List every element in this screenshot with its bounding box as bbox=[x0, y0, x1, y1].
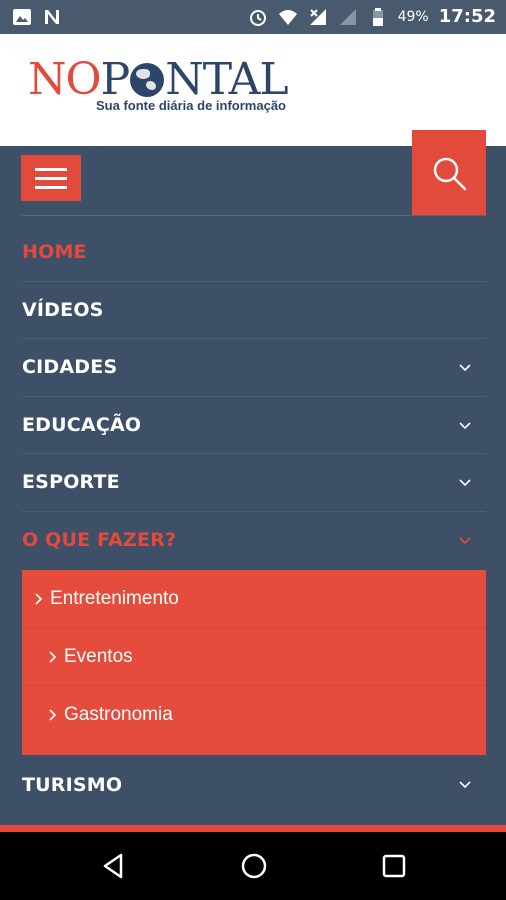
signal-off-icon bbox=[309, 8, 326, 25]
home-icon[interactable] bbox=[239, 851, 269, 881]
site-logo[interactable]: NOP NTAL Sua fonte diária de informação bbox=[28, 58, 289, 114]
nav-label: CIDADES bbox=[22, 356, 118, 379]
logo-tagline: Sua fonte diária de informação bbox=[96, 98, 286, 113]
chevron-right-icon bbox=[49, 650, 57, 663]
status-bar: 49% 17:52 bbox=[0, 0, 506, 34]
nav-label: ESPORTE bbox=[22, 471, 120, 494]
nav-item-o-que-fazer[interactable]: O QUE FAZER? bbox=[22, 512, 486, 570]
chevron-down-icon[interactable] bbox=[458, 476, 472, 490]
alarm-icon bbox=[249, 9, 266, 26]
nav-label: VÍDEOS bbox=[22, 298, 104, 321]
nav-item-cidades[interactable]: CIDADES bbox=[22, 339, 486, 397]
battery-level: 49% bbox=[397, 8, 429, 25]
nav-item-esporte[interactable]: ESPORTE bbox=[22, 454, 486, 512]
menu-icon bbox=[35, 168, 67, 171]
nav-label: TURISMO bbox=[22, 774, 123, 796]
chevron-down-icon[interactable] bbox=[458, 419, 472, 433]
nav-label: EDUCAÇÃO bbox=[22, 413, 142, 436]
search-button[interactable] bbox=[412, 130, 486, 216]
signal-icon bbox=[339, 8, 356, 25]
back-icon[interactable] bbox=[99, 851, 129, 881]
submenu-item-entretenimento[interactable]: Entretenimento bbox=[22, 570, 486, 628]
n-app-icon bbox=[45, 10, 59, 24]
submenu-label: Entretenimento bbox=[50, 587, 179, 609]
recents-icon[interactable] bbox=[379, 851, 409, 881]
nav-label: O QUE FAZER? bbox=[22, 529, 177, 552]
divider bbox=[22, 215, 486, 216]
chevron-down-icon[interactable] bbox=[458, 778, 472, 792]
submenu-o-que-fazer: Entretenimento Eventos Gastronomia bbox=[22, 570, 486, 755]
chevron-right-icon bbox=[49, 709, 57, 721]
nav-item-videos[interactable]: VÍDEOS bbox=[22, 282, 486, 339]
main-nav: HOME VÍDEOS CIDADES EDUCAÇÃO ESPORTE O Q… bbox=[22, 224, 486, 569]
footer-accent-line bbox=[0, 825, 506, 832]
search-icon bbox=[433, 157, 467, 191]
image-icon bbox=[13, 9, 31, 25]
submenu-item-eventos[interactable]: Eventos bbox=[22, 628, 486, 686]
clock: 17:52 bbox=[438, 6, 496, 27]
chevron-down-icon[interactable] bbox=[458, 361, 472, 375]
submenu-label: Gastronomia bbox=[64, 704, 173, 725]
submenu-item-gastronomia[interactable]: Gastronomia bbox=[22, 686, 486, 744]
nav-label: HOME bbox=[22, 241, 87, 264]
menu-icon-line bbox=[35, 177, 67, 180]
wifi-icon bbox=[278, 9, 297, 25]
globe-icon bbox=[130, 63, 165, 97]
battery-icon bbox=[372, 7, 383, 26]
android-navigation-bar bbox=[0, 832, 506, 900]
menu-icon-line bbox=[35, 186, 67, 189]
nav-item-turismo[interactable]: TURISMO bbox=[22, 756, 486, 814]
hamburger-menu-button[interactable] bbox=[21, 155, 81, 201]
nav-item-home[interactable]: HOME bbox=[22, 224, 486, 282]
chevron-right-icon bbox=[35, 592, 43, 605]
logo-text-no: NO bbox=[28, 54, 102, 105]
chevron-down-icon[interactable] bbox=[458, 534, 472, 548]
submenu-label: Eventos bbox=[64, 645, 133, 667]
nav-item-educacao[interactable]: EDUCAÇÃO bbox=[22, 397, 486, 454]
